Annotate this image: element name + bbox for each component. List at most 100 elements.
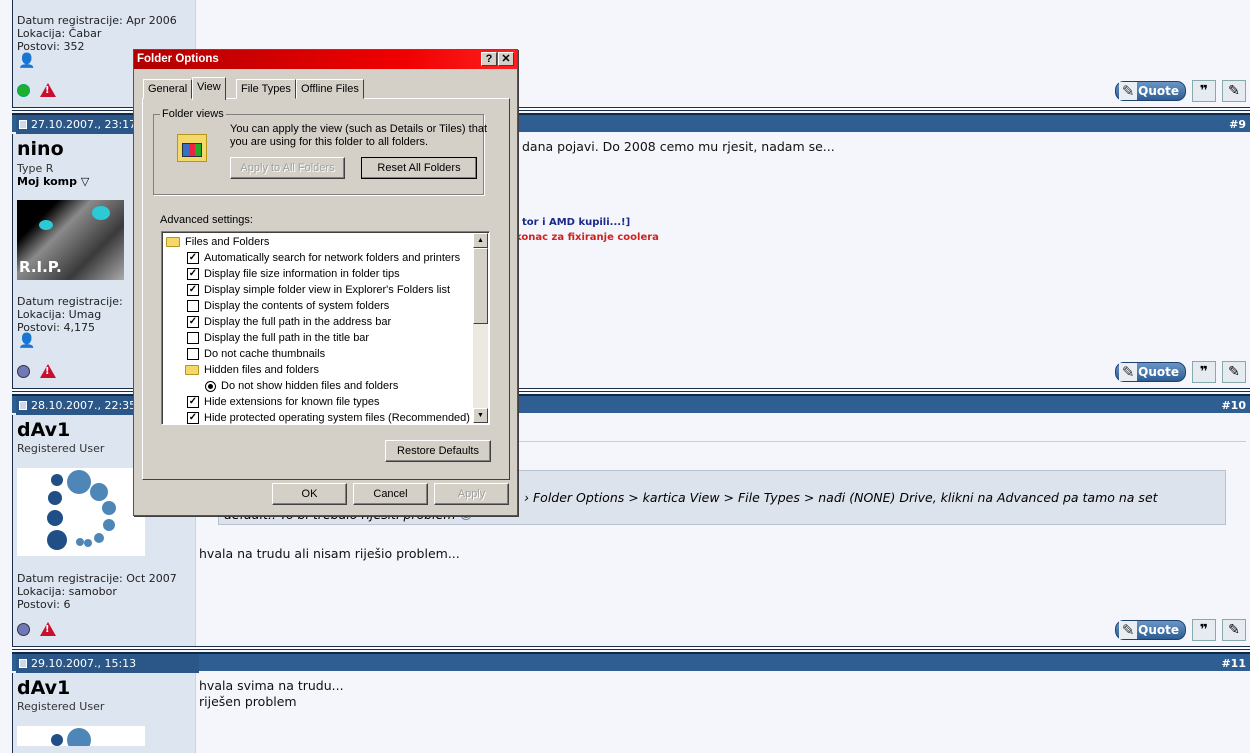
username[interactable]: dAv1 [17, 677, 70, 699]
reg-date: Datum registracije: Oct 2007 [17, 572, 177, 585]
my-computer-link[interactable]: Moj komp ▽ [17, 175, 89, 188]
user-info: Datum registracije: Oct 2007 Lokacija: s… [17, 572, 177, 611]
radio-selected[interactable] [205, 380, 216, 392]
post-message: riješen problem [199, 694, 297, 709]
advanced-settings-list[interactable]: Files and Folders ✓ Automatically search f… [161, 231, 490, 425]
help-button[interactable]: ? [481, 52, 497, 66]
post-message: hvala svima na trudu... [199, 678, 344, 693]
my-computer-label: Moj komp [17, 175, 78, 188]
quote-button[interactable]: Quote [1115, 620, 1186, 640]
setting-item[interactable]: ✓ Automatically search for network folder… [187, 250, 460, 266]
signature-line: konac za fixiranje coolera [515, 232, 659, 243]
checkbox-checked[interactable]: ✓ [187, 396, 199, 408]
scroll-up-icon[interactable]: ▲ [473, 233, 488, 248]
username[interactable]: dAv1 [17, 419, 70, 441]
setting-label: Display simple folder view in Explorer's… [204, 284, 451, 296]
folder-views-description: You can apply the view (such as Details … [230, 123, 488, 148]
setting-label: Display file size information in folder … [204, 268, 400, 280]
setting-label: Display the full path in the address bar [204, 316, 392, 328]
user-icon: 👤 [18, 53, 36, 69]
post-icon [19, 659, 27, 668]
apply-button[interactable]: Apply [434, 483, 509, 505]
setting-item[interactable]: Display the full path in the title bar [187, 330, 369, 346]
avatar: R.I.P. [17, 200, 124, 280]
setting-item[interactable]: Display the contents of system folders [187, 298, 389, 314]
multiquote-icon[interactable]: ❞ [1192, 80, 1216, 102]
setting-item[interactable]: ✓ Display the full path in the address ba… [187, 314, 391, 330]
user-title: Type R [17, 162, 54, 175]
post-number[interactable]: #10 [1221, 396, 1246, 415]
advanced-settings-label: Advanced settings: [160, 214, 253, 226]
scroll-thumb[interactable] [473, 248, 488, 324]
scroll-down-icon[interactable]: ▼ [473, 408, 488, 423]
reset-all-folders-button[interactable]: Reset All Folders [361, 157, 477, 179]
location: Lokacija: Umag [17, 308, 102, 321]
restore-defaults-button[interactable]: Restore Defaults [385, 440, 491, 462]
user-icon: 👤 [18, 333, 36, 349]
setting-item[interactable]: Hidden files and folders [185, 362, 319, 378]
checkbox-unchecked[interactable] [187, 300, 199, 312]
tab-offline-files[interactable]: Offline Files [296, 79, 364, 99]
tab-file-types[interactable]: File Types [236, 79, 296, 99]
checkbox-checked[interactable]: ✓ [187, 268, 199, 280]
apply-to-all-folders-button[interactable]: Apply to All Folders [230, 157, 345, 179]
user-title: Registered User [17, 700, 105, 713]
checkbox-checked[interactable]: ✓ [187, 316, 199, 328]
tab-general[interactable]: General [143, 79, 193, 99]
username[interactable]: nino [17, 138, 64, 160]
user-info: Datum registracije: Lokacija: Umag Posto… [17, 295, 123, 334]
scrollbar[interactable]: ▲ ▼ [473, 233, 488, 423]
setting-label: Hide extensions for known file types [204, 396, 380, 408]
setting-label: Do not show hidden files and folders [221, 380, 399, 392]
offline-status-icon [17, 622, 30, 636]
post-date: 28.10.2007., 22:35 [31, 399, 137, 412]
quick-reply-icon[interactable]: ✎ [1222, 80, 1246, 102]
post-count: Postovi: 6 [17, 598, 71, 611]
reg-date: Datum registracije: Apr 2006 [17, 14, 177, 27]
tab-view[interactable]: View [192, 77, 226, 100]
avatar [17, 468, 145, 556]
quick-reply-icon[interactable]: ✎ [1222, 619, 1246, 641]
folder-icon [185, 365, 199, 375]
checkbox-checked[interactable]: ✓ [187, 412, 199, 424]
location: Lokacija: samobor [17, 585, 117, 598]
post-icon [19, 120, 27, 129]
ok-button[interactable]: OK [272, 483, 347, 505]
setting-item[interactable]: ✓ Display file size information in folder… [187, 266, 400, 282]
dialog-titlebar[interactable]: Folder Options ? ✕ [134, 50, 517, 69]
checkbox-checked[interactable]: ✓ [187, 284, 199, 296]
post-message: hvala na trudu ali nisam riješio problem… [199, 546, 460, 561]
checkbox-unchecked[interactable] [187, 348, 199, 360]
multiquote-icon[interactable]: ❞ [1192, 619, 1216, 641]
setting-label: Files and Folders [185, 236, 270, 248]
setting-label: Display the contents of system folders [204, 300, 390, 312]
post-number[interactable]: #11 [1221, 654, 1246, 673]
checkbox-unchecked[interactable] [187, 332, 199, 344]
setting-item[interactable]: ✓ Hide protected operating system files (… [187, 410, 470, 424]
avatar [17, 726, 145, 752]
quick-reply-icon[interactable]: ✎ [1222, 361, 1246, 383]
reg-date: Datum registracije: [17, 295, 123, 308]
report-icon[interactable] [40, 364, 56, 378]
post-icon [19, 401, 27, 410]
offline-status-icon [17, 364, 30, 378]
multiquote-icon[interactable]: ❞ [1192, 361, 1216, 383]
dialog-title: Folder Options [137, 53, 219, 65]
quote-button[interactable]: Quote [1115, 81, 1186, 101]
setting-item[interactable]: Files and Folders [166, 234, 269, 250]
report-icon[interactable] [40, 83, 56, 97]
setting-item[interactable]: Do not show hidden files and folders [205, 378, 398, 394]
checkbox-checked[interactable]: ✓ [187, 252, 199, 264]
cancel-button[interactable]: Cancel [353, 483, 428, 505]
quote-text: Folder Options > kartica View > File Typ… [532, 490, 1158, 505]
folder-options-dialog: Folder Options ? ✕ General View File Typ… [133, 49, 518, 516]
setting-item[interactable]: ✓ Hide extensions for known file types [187, 394, 379, 410]
user-info: Datum registracije: Apr 2006 Lokacija: Č… [17, 14, 177, 53]
quote-button[interactable]: Quote [1115, 362, 1186, 382]
setting-item[interactable]: ✓ Display simple folder view in Explorer'… [187, 282, 450, 298]
setting-label: Hide protected operating system files (R… [204, 412, 470, 424]
close-button[interactable]: ✕ [498, 52, 514, 66]
setting-item[interactable]: Do not cache thumbnails [187, 346, 325, 362]
post-number[interactable]: #9 [1229, 115, 1246, 134]
report-icon[interactable] [40, 622, 56, 636]
